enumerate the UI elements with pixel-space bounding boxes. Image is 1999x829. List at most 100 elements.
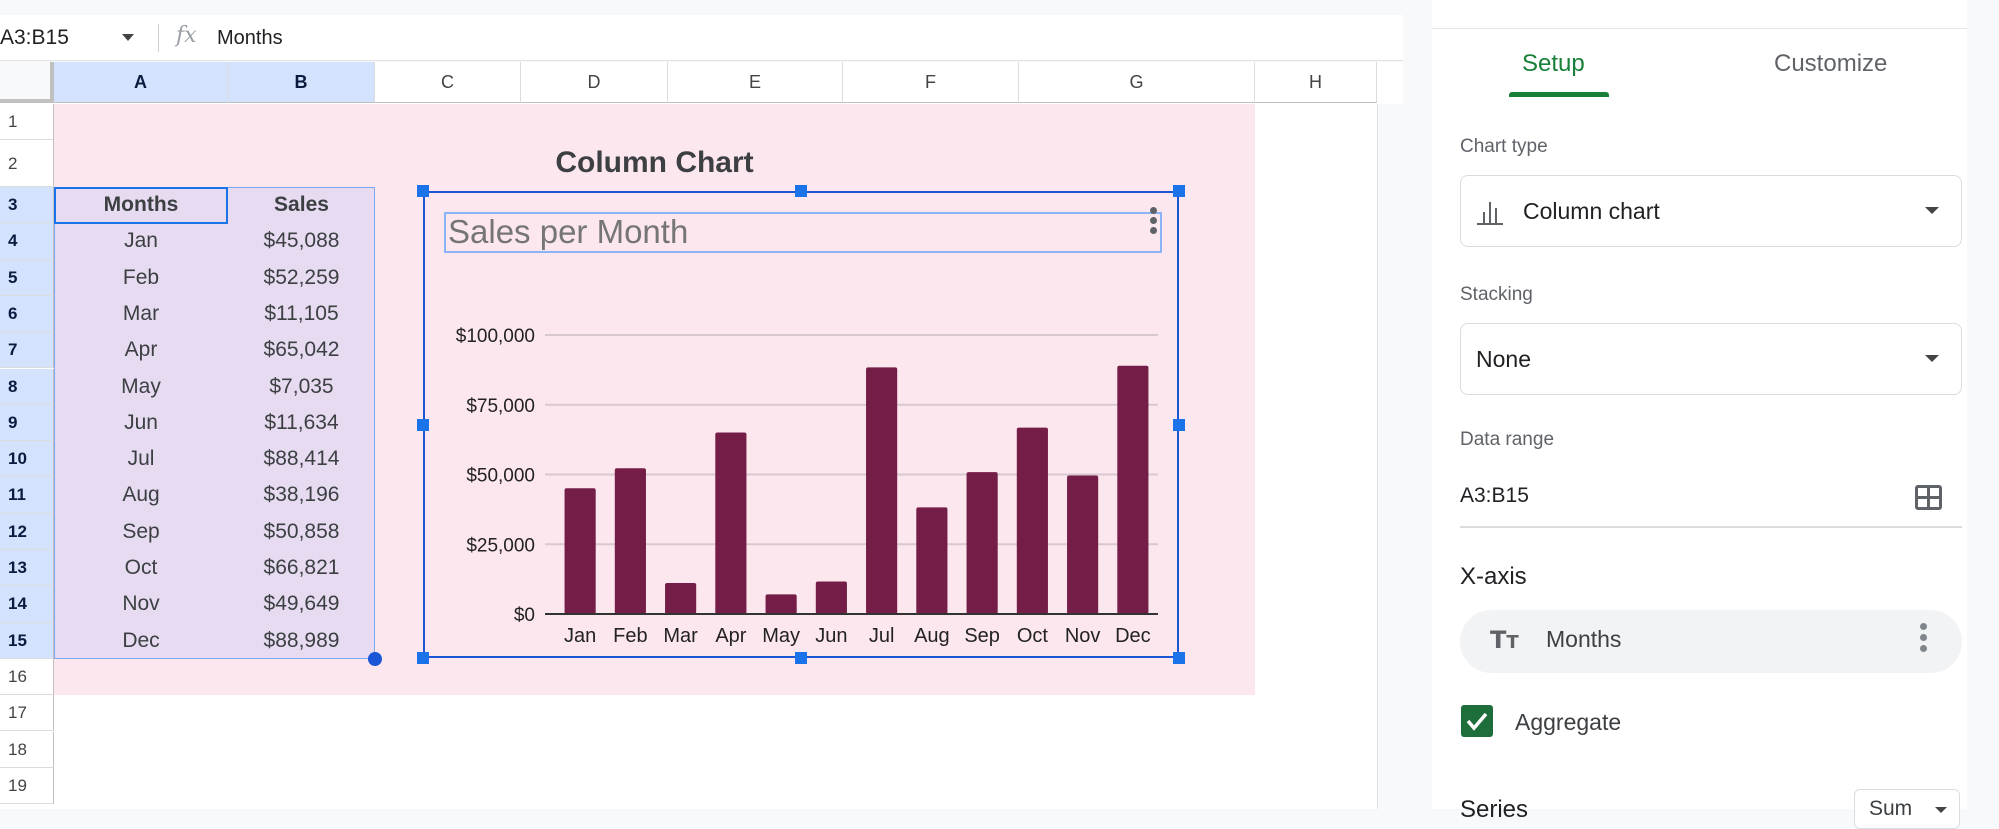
- sales-cell[interactable]: $45,088: [228, 223, 375, 259]
- row-header-5[interactable]: 5: [0, 259, 54, 296]
- month-cell[interactable]: Apr: [54, 332, 228, 368]
- x-tick-label: Dec: [1115, 625, 1151, 647]
- chevron-down-icon: [1935, 807, 1947, 813]
- x-tick-label: Aug: [914, 625, 950, 647]
- row-header-18[interactable]: 18: [0, 731, 54, 768]
- x-axis-heading: X-axis: [1460, 563, 1527, 590]
- column-header-h[interactable]: H: [1255, 62, 1377, 103]
- checkmark-icon: [1466, 712, 1488, 731]
- bar-jun: [815, 581, 847, 614]
- sales-cell[interactable]: $11,105: [228, 296, 375, 332]
- row-header-7[interactable]: 7: [0, 332, 54, 369]
- sales-cell[interactable]: $88,414: [228, 441, 375, 477]
- column-header-e[interactable]: E: [668, 62, 843, 103]
- month-cell[interactable]: Sep: [54, 514, 228, 550]
- resize-handle[interactable]: [417, 185, 429, 197]
- row-header-9[interactable]: 9: [0, 404, 54, 442]
- y-tick-label: $100,000: [456, 326, 535, 347]
- row-header-10[interactable]: 10: [0, 441, 54, 478]
- sales-cell[interactable]: $65,042: [228, 332, 375, 368]
- month-cell[interactable]: Mar: [54, 296, 228, 332]
- month-cell[interactable]: Jun: [54, 405, 228, 441]
- resize-handle[interactable]: [417, 418, 429, 431]
- resize-handle[interactable]: [1173, 652, 1185, 664]
- resize-handle[interactable]: [1173, 185, 1185, 197]
- function-icon: fx: [176, 23, 197, 48]
- chart-menu-icon[interactable]: [1150, 207, 1158, 237]
- tab-customize[interactable]: Customize: [1774, 50, 1887, 78]
- sales-cell[interactable]: $52,259: [228, 260, 375, 296]
- row-header-8[interactable]: 8: [0, 368, 54, 405]
- row-header-1[interactable]: 1: [0, 104, 54, 140]
- column-header-f[interactable]: F: [843, 62, 1019, 103]
- x-tick-label: Sep: [964, 625, 1000, 647]
- sales-cell[interactable]: $38,196: [228, 477, 375, 513]
- month-cell[interactable]: May: [54, 369, 228, 405]
- sheet-title-cell[interactable]: Column Chart: [423, 146, 886, 180]
- stacking-value: None: [1476, 346, 1531, 372]
- row-header-13[interactable]: 13: [0, 550, 54, 587]
- spreadsheet-grid: ABCDEFGH 1 2 3 4 5 6 7 8 9 10 11 12 13 14 15 16 17 18 19 C…: [0, 62, 1403, 809]
- fill-handle[interactable]: [368, 652, 382, 666]
- row-header-2[interactable]: 2: [0, 140, 54, 187]
- chart-type-select[interactable]: Column chart: [1460, 175, 1962, 247]
- chart-type-label: Chart type: [1460, 136, 1548, 157]
- month-cell[interactable]: Oct: [54, 550, 228, 586]
- resize-handle[interactable]: [417, 652, 429, 664]
- column-header-b[interactable]: B: [228, 62, 375, 103]
- grid-scrollbar[interactable]: [1377, 104, 1403, 809]
- more-options-icon[interactable]: [1920, 623, 1927, 656]
- chart-title[interactable]: Sales per Month: [448, 213, 688, 251]
- column-header-c[interactable]: C: [375, 62, 521, 103]
- bar-feb: [614, 468, 646, 614]
- table-header-sales[interactable]: Sales: [228, 187, 375, 223]
- series-aggregate-select[interactable]: Sum: [1854, 789, 1960, 829]
- month-cell[interactable]: Aug: [54, 477, 228, 513]
- sales-cell[interactable]: $50,858: [228, 514, 375, 550]
- row-header-3[interactable]: 3: [0, 187, 54, 224]
- month-cell[interactable]: Jan: [54, 223, 228, 259]
- column-header-d[interactable]: D: [521, 62, 668, 103]
- row-header-16[interactable]: 16: [0, 658, 54, 696]
- row-header-4[interactable]: 4: [0, 223, 54, 260]
- sales-cell[interactable]: $11,634: [228, 405, 375, 441]
- row-header-6[interactable]: 6: [0, 295, 54, 333]
- active-cell-outline: [54, 187, 228, 224]
- row-header-11[interactable]: 11: [0, 477, 54, 514]
- data-range-label: Data range: [1460, 429, 1555, 450]
- row-header-17[interactable]: 17: [0, 695, 54, 732]
- panel-divider: [1432, 28, 1967, 29]
- bar-aug: [916, 507, 948, 614]
- grid-select-icon[interactable]: [1915, 485, 1942, 510]
- row-header-12[interactable]: 12: [0, 513, 54, 550]
- chart-type-value: Column chart: [1523, 198, 1660, 224]
- row-header-15[interactable]: 15: [0, 622, 54, 659]
- name-box-dropdown-icon[interactable]: [122, 34, 134, 41]
- sales-cell[interactable]: $66,821: [228, 550, 375, 586]
- x-axis-chip[interactable]: TT Months: [1460, 610, 1962, 673]
- sales-cell[interactable]: $7,035: [228, 369, 375, 405]
- month-cell[interactable]: Jul: [54, 441, 228, 477]
- data-range-input[interactable]: A3:B15: [1460, 484, 1529, 508]
- stacking-label: Stacking: [1460, 284, 1533, 305]
- bar-oct: [1016, 427, 1048, 614]
- formula-input[interactable]: Months: [217, 15, 283, 61]
- stacking-select[interactable]: None: [1460, 323, 1962, 395]
- panel-scrollbar[interactable]: [1967, 0, 1999, 809]
- resize-handle[interactable]: [795, 652, 807, 664]
- sales-cell[interactable]: $49,649: [228, 586, 375, 622]
- column-header-g[interactable]: G: [1019, 62, 1255, 103]
- row-header-14[interactable]: 14: [0, 586, 54, 623]
- select-all-corner[interactable]: [0, 62, 54, 103]
- column-header-a[interactable]: A: [54, 62, 228, 103]
- month-cell[interactable]: Nov: [54, 586, 228, 622]
- row-header-19[interactable]: 19: [0, 767, 54, 805]
- resize-handle[interactable]: [795, 185, 807, 197]
- aggregate-checkbox[interactable]: [1461, 705, 1493, 737]
- month-cell[interactable]: Feb: [54, 260, 228, 296]
- month-cell[interactable]: Dec: [54, 623, 228, 659]
- resize-handle[interactable]: [1173, 418, 1185, 431]
- y-tick-label: $0: [514, 605, 535, 626]
- sales-cell[interactable]: $88,989: [228, 623, 375, 659]
- tab-setup[interactable]: Setup: [1522, 50, 1585, 78]
